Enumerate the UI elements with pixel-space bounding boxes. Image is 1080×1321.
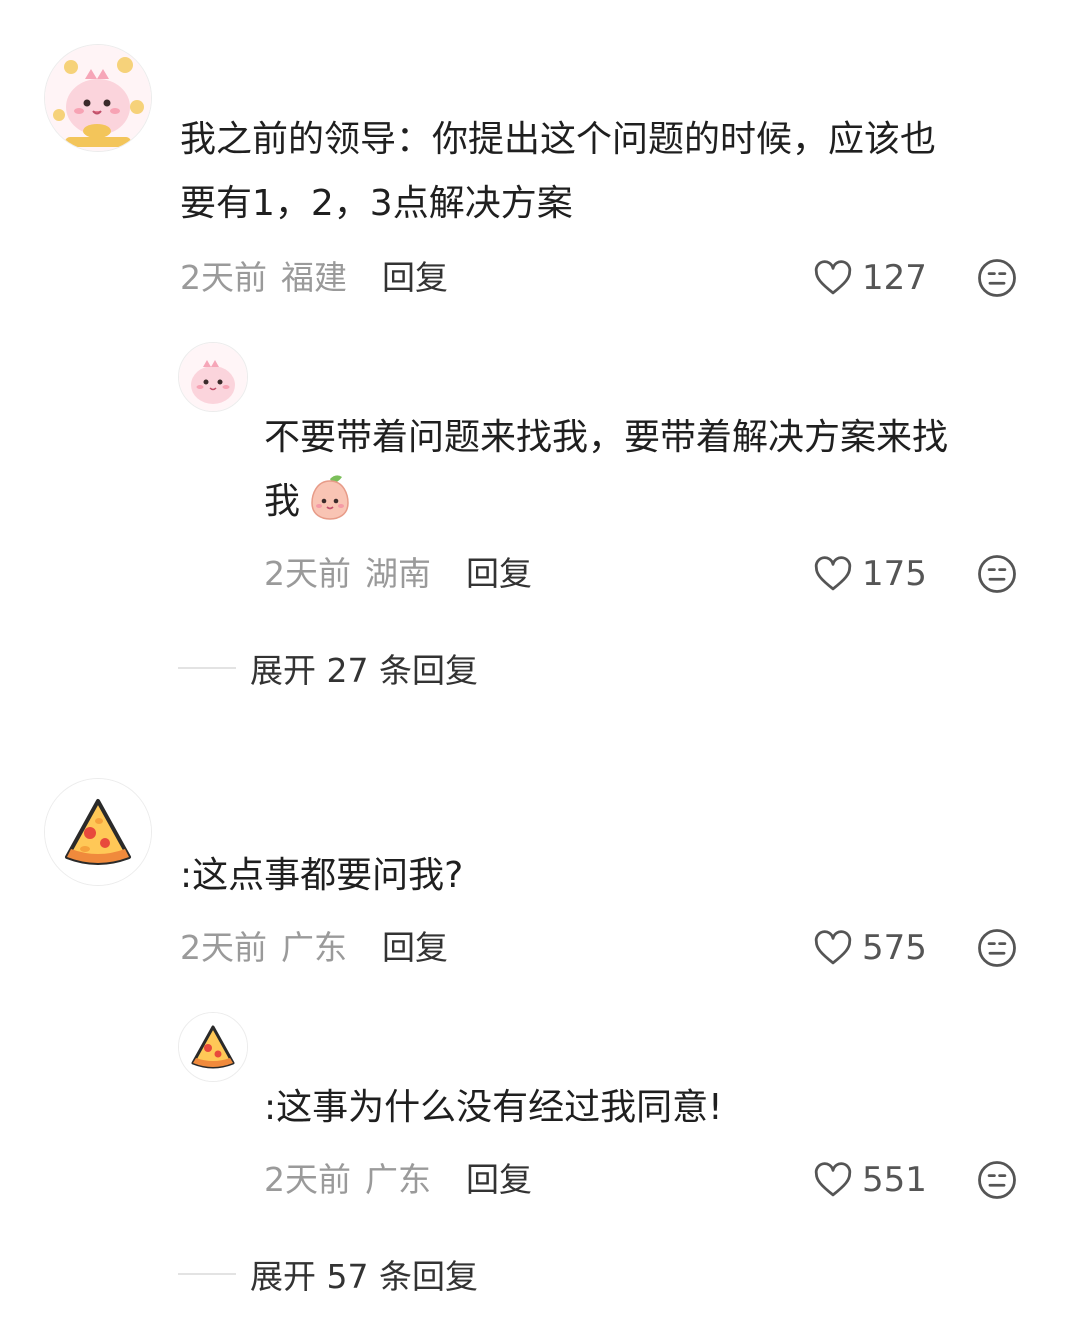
meh-face-icon[interactable]: [976, 1159, 1018, 1201]
pink-dino-icon: [179, 343, 247, 411]
reply-location: 湖南: [365, 554, 431, 593]
heart-icon: [814, 556, 852, 591]
meh-face-icon[interactable]: [976, 257, 1018, 299]
like-count: 551: [862, 1160, 927, 1200]
expand-replies-button[interactable]: 展开 57 条回复: [178, 1252, 478, 1296]
reply-button[interactable]: 回复: [466, 554, 532, 594]
like-count: 127: [862, 258, 927, 298]
comment-time: 2天前: [180, 258, 267, 297]
like-button[interactable]: 175: [812, 552, 927, 596]
comment-location: 福建: [281, 258, 347, 297]
avatar[interactable]: [44, 778, 152, 886]
meh-face-icon[interactable]: [976, 553, 1018, 595]
reply-meta: 2天前 广东: [264, 1160, 431, 1200]
reply-text: 我: [264, 481, 301, 522]
like-button[interactable]: 575: [812, 926, 927, 970]
heart-icon: [814, 1162, 852, 1197]
avatar[interactable]: [178, 1012, 248, 1082]
pizza-slice-icon: [45, 779, 151, 885]
expand-replies-label: 展开 27 条回复: [250, 651, 478, 690]
avatar[interactable]: [44, 44, 152, 152]
reply-meta: 2天前 湖南: [264, 554, 431, 594]
reply-time: 2天前: [264, 1160, 351, 1199]
comment-time: 2天前: [180, 928, 267, 967]
reply-text: 不要带着问题来找我，要带着解决方案来找: [264, 417, 949, 458]
like-count: 175: [862, 554, 927, 594]
reply-text: :这事为什么没有经过我同意!: [264, 1087, 723, 1128]
pizza-slice-icon: [179, 1013, 247, 1081]
heart-icon: [814, 930, 852, 965]
reply-location: 广东: [365, 1160, 431, 1199]
comment-text: 我之前的领导：你提出这个问题的时候，应该也: [180, 119, 937, 160]
like-count: 575: [862, 928, 927, 968]
reply-button[interactable]: 回复: [466, 1160, 532, 1200]
reply-button[interactable]: 回复: [382, 258, 448, 298]
expand-replies-button[interactable]: 展开 27 条回复: [178, 646, 478, 690]
peach-face-emoji-icon: [311, 475, 349, 520]
like-button[interactable]: 551: [812, 1158, 927, 1202]
comment-meta: 2天前 广东: [180, 928, 347, 968]
pink-dino-gold-icon: [45, 45, 151, 151]
divider: [178, 667, 236, 669]
avatar[interactable]: [178, 342, 248, 412]
like-button[interactable]: 127: [812, 256, 927, 300]
expand-replies-label: 展开 57 条回复: [250, 1257, 478, 1296]
meh-face-icon[interactable]: [976, 927, 1018, 969]
comment-text: :这点事都要问我?: [180, 855, 464, 896]
divider: [178, 1273, 236, 1275]
comment-meta: 2天前 福建: [180, 258, 347, 298]
heart-icon: [814, 260, 852, 295]
reply-button[interactable]: 回复: [382, 928, 448, 968]
comment-text: 要有1，2，3点解决方案: [180, 183, 573, 224]
reply-time: 2天前: [264, 554, 351, 593]
comment-location: 广东: [281, 928, 347, 967]
